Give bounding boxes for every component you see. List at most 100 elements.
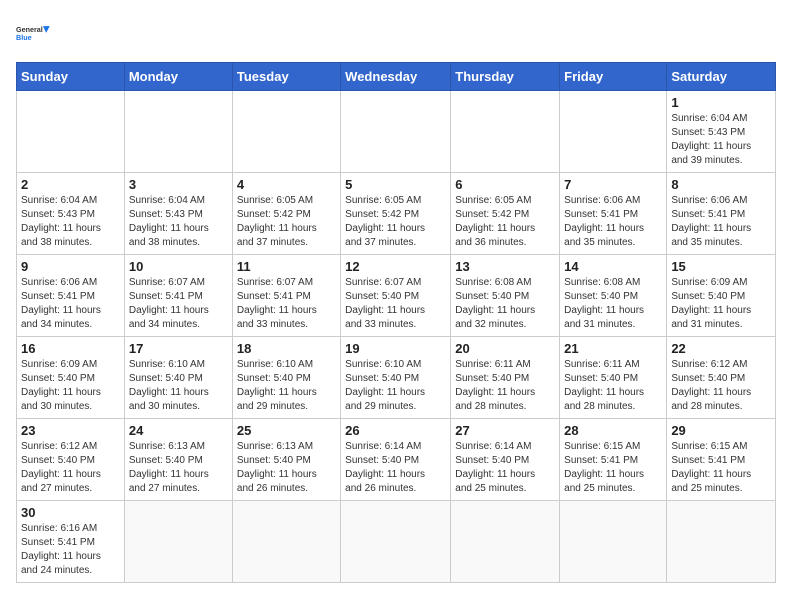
day-info: Sunrise: 6:10 AM Sunset: 5:40 PM Dayligh… bbox=[345, 358, 446, 414]
calendar-cell bbox=[232, 501, 340, 583]
day-info: Sunrise: 6:14 AM Sunset: 5:40 PM Dayligh… bbox=[345, 440, 446, 496]
day-number: 12 bbox=[345, 259, 446, 274]
day-info: Sunrise: 6:08 AM Sunset: 5:40 PM Dayligh… bbox=[564, 276, 662, 332]
header-sunday: Sunday bbox=[17, 63, 125, 91]
logo: GeneralBlue bbox=[16, 16, 52, 52]
day-info: Sunrise: 6:05 AM Sunset: 5:42 PM Dayligh… bbox=[237, 194, 336, 250]
day-number: 3 bbox=[129, 177, 228, 192]
calendar-cell bbox=[124, 501, 232, 583]
calendar-cell: 18 Sunrise: 6:10 AM Sunset: 5:40 PM Dayli… bbox=[232, 337, 340, 419]
day-number: 17 bbox=[129, 341, 228, 356]
day-info: Sunrise: 6:16 AM Sunset: 5:41 PM Dayligh… bbox=[21, 522, 120, 578]
day-number: 8 bbox=[671, 177, 771, 192]
day-number: 15 bbox=[671, 259, 771, 274]
calendar-cell: 6 Sunrise: 6:05 AM Sunset: 5:42 PM Daylig… bbox=[451, 173, 560, 255]
day-number: 11 bbox=[237, 259, 336, 274]
calendar-cell bbox=[341, 91, 451, 173]
calendar-cell: 30 Sunrise: 6:16 AM Sunset: 5:41 PM Dayli… bbox=[17, 501, 125, 583]
calendar-week-row: 16 Sunrise: 6:09 AM Sunset: 5:40 PM Dayli… bbox=[17, 337, 776, 419]
calendar-cell bbox=[124, 91, 232, 173]
day-number: 30 bbox=[21, 505, 120, 520]
calendar-cell: 22 Sunrise: 6:12 AM Sunset: 5:40 PM Dayli… bbox=[667, 337, 776, 419]
header-monday: Monday bbox=[124, 63, 232, 91]
calendar-cell: 20Sunrise: 6:11 AM Sunset: 5:40 PM Dayli… bbox=[451, 337, 560, 419]
calendar-cell: 13 Sunrise: 6:08 AM Sunset: 5:40 PM Dayli… bbox=[451, 255, 560, 337]
day-info: Sunrise: 6:12 AM Sunset: 5:40 PM Dayligh… bbox=[671, 358, 771, 414]
day-number: 14 bbox=[564, 259, 662, 274]
day-number: 29 bbox=[671, 423, 771, 438]
svg-text:General: General bbox=[16, 25, 43, 34]
calendar-cell: 4 Sunrise: 6:05 AM Sunset: 5:42 PM Daylig… bbox=[232, 173, 340, 255]
calendar-week-row: 1 Sunrise: 6:04 AM Sunset: 5:43 PM Daylig… bbox=[17, 91, 776, 173]
day-number: 27 bbox=[455, 423, 555, 438]
calendar-cell: 27Sunrise: 6:14 AM Sunset: 5:40 PM Dayli… bbox=[451, 419, 560, 501]
day-number: 13 bbox=[455, 259, 555, 274]
day-info: Sunrise: 6:04 AM Sunset: 5:43 PM Dayligh… bbox=[671, 112, 771, 168]
calendar-header-row: SundayMondayTuesdayWednesdayThursdayFrid… bbox=[17, 63, 776, 91]
day-info: Sunrise: 6:10 AM Sunset: 5:40 PM Dayligh… bbox=[129, 358, 228, 414]
day-info: Sunrise: 6:09 AM Sunset: 5:40 PM Dayligh… bbox=[21, 358, 120, 414]
day-number: 24 bbox=[129, 423, 228, 438]
day-info: Sunrise: 6:09 AM Sunset: 5:40 PM Dayligh… bbox=[671, 276, 771, 332]
day-info: Sunrise: 6:15 AM Sunset: 5:41 PM Dayligh… bbox=[564, 440, 662, 496]
page-header: GeneralBlue bbox=[16, 16, 776, 52]
calendar-week-row: 9Sunrise: 6:06 AM Sunset: 5:41 PM Daylig… bbox=[17, 255, 776, 337]
day-info: Sunrise: 6:10 AM Sunset: 5:40 PM Dayligh… bbox=[237, 358, 336, 414]
calendar-cell: 16 Sunrise: 6:09 AM Sunset: 5:40 PM Dayli… bbox=[17, 337, 125, 419]
calendar-cell bbox=[560, 501, 667, 583]
calendar-cell: 14 Sunrise: 6:08 AM Sunset: 5:40 PM Dayli… bbox=[560, 255, 667, 337]
calendar-cell bbox=[451, 501, 560, 583]
calendar-table: SundayMondayTuesdayWednesdayThursdayFrid… bbox=[16, 62, 776, 583]
day-number: 6 bbox=[455, 177, 555, 192]
day-info: Sunrise: 6:04 AM Sunset: 5:43 PM Dayligh… bbox=[21, 194, 120, 250]
day-info: Sunrise: 6:05 AM Sunset: 5:42 PM Dayligh… bbox=[345, 194, 446, 250]
day-number: 9 bbox=[21, 259, 120, 274]
calendar-cell bbox=[17, 91, 125, 173]
calendar-cell: 24 Sunrise: 6:13 AM Sunset: 5:40 PM Dayli… bbox=[124, 419, 232, 501]
day-number: 21 bbox=[564, 341, 662, 356]
calendar-cell: 26Sunrise: 6:14 AM Sunset: 5:40 PM Dayli… bbox=[341, 419, 451, 501]
calendar-cell: 8 Sunrise: 6:06 AM Sunset: 5:41 PM Daylig… bbox=[667, 173, 776, 255]
calendar-cell bbox=[667, 501, 776, 583]
header-thursday: Thursday bbox=[451, 63, 560, 91]
calendar-cell bbox=[451, 91, 560, 173]
header-friday: Friday bbox=[560, 63, 667, 91]
calendar-cell: 3 Sunrise: 6:04 AM Sunset: 5:43 PM Daylig… bbox=[124, 173, 232, 255]
day-number: 2 bbox=[21, 177, 120, 192]
logo-icon: GeneralBlue bbox=[16, 16, 52, 52]
day-number: 7 bbox=[564, 177, 662, 192]
day-info: Sunrise: 6:07 AM Sunset: 5:41 PM Dayligh… bbox=[237, 276, 336, 332]
day-info: Sunrise: 6:04 AM Sunset: 5:43 PM Dayligh… bbox=[129, 194, 228, 250]
day-number: 4 bbox=[237, 177, 336, 192]
day-number: 16 bbox=[21, 341, 120, 356]
calendar-week-row: 2 Sunrise: 6:04 AM Sunset: 5:43 PM Daylig… bbox=[17, 173, 776, 255]
day-info: Sunrise: 6:08 AM Sunset: 5:40 PM Dayligh… bbox=[455, 276, 555, 332]
day-info: Sunrise: 6:13 AM Sunset: 5:40 PM Dayligh… bbox=[237, 440, 336, 496]
day-number: 23 bbox=[21, 423, 120, 438]
calendar-cell: 7 Sunrise: 6:06 AM Sunset: 5:41 PM Daylig… bbox=[560, 173, 667, 255]
header-saturday: Saturday bbox=[667, 63, 776, 91]
header-wednesday: Wednesday bbox=[341, 63, 451, 91]
day-number: 10 bbox=[129, 259, 228, 274]
day-info: Sunrise: 6:13 AM Sunset: 5:40 PM Dayligh… bbox=[129, 440, 228, 496]
calendar-cell: 1 Sunrise: 6:04 AM Sunset: 5:43 PM Daylig… bbox=[667, 91, 776, 173]
day-info: Sunrise: 6:11 AM Sunset: 5:40 PM Dayligh… bbox=[455, 358, 555, 414]
day-number: 28 bbox=[564, 423, 662, 438]
calendar-cell: 17 Sunrise: 6:10 AM Sunset: 5:40 PM Dayli… bbox=[124, 337, 232, 419]
day-info: Sunrise: 6:07 AM Sunset: 5:40 PM Dayligh… bbox=[345, 276, 446, 332]
day-info: Sunrise: 6:07 AM Sunset: 5:41 PM Dayligh… bbox=[129, 276, 228, 332]
calendar-cell: 5 Sunrise: 6:05 AM Sunset: 5:42 PM Daylig… bbox=[341, 173, 451, 255]
calendar-cell bbox=[341, 501, 451, 583]
day-info: Sunrise: 6:05 AM Sunset: 5:42 PM Dayligh… bbox=[455, 194, 555, 250]
calendar-cell bbox=[232, 91, 340, 173]
day-number: 25 bbox=[237, 423, 336, 438]
day-info: Sunrise: 6:06 AM Sunset: 5:41 PM Dayligh… bbox=[671, 194, 771, 250]
calendar-cell: 28 Sunrise: 6:15 AM Sunset: 5:41 PM Dayli… bbox=[560, 419, 667, 501]
calendar-cell: 25 Sunrise: 6:13 AM Sunset: 5:40 PM Dayli… bbox=[232, 419, 340, 501]
day-number: 5 bbox=[345, 177, 446, 192]
day-number: 1 bbox=[671, 95, 771, 110]
day-number: 22 bbox=[671, 341, 771, 356]
day-info: Sunrise: 6:06 AM Sunset: 5:41 PM Dayligh… bbox=[564, 194, 662, 250]
day-number: 18 bbox=[237, 341, 336, 356]
calendar-cell: 9Sunrise: 6:06 AM Sunset: 5:41 PM Daylig… bbox=[17, 255, 125, 337]
